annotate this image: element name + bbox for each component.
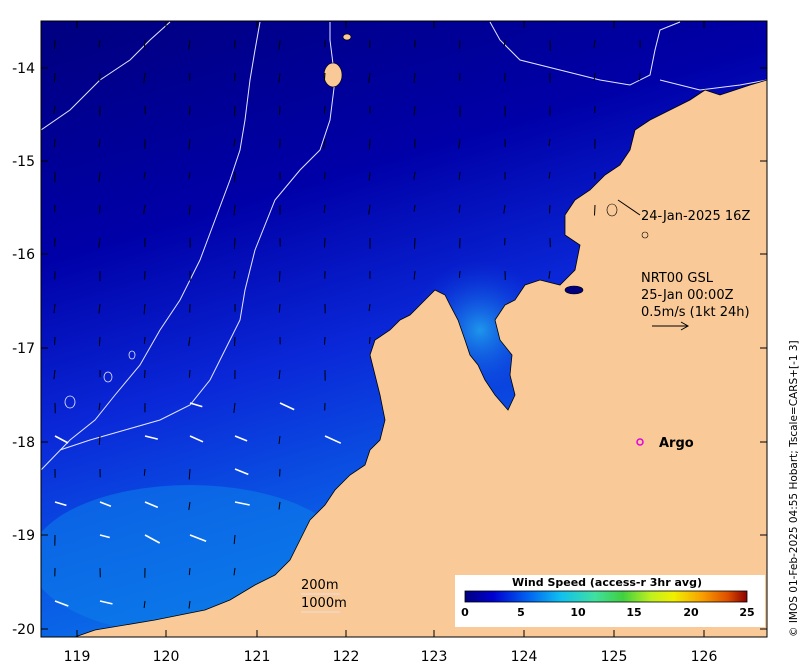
island [323,62,343,88]
wind-arrow [188,369,191,378]
contour-1000m-label: 1000m [301,596,347,611]
wind-arrow [323,105,326,114]
contour-200m-label: 200m [301,578,338,593]
colorbar-tick-label: 10 [570,606,586,619]
wind-arrow [323,72,326,82]
wind-arrow [278,270,281,282]
colorbar-gradient [464,590,748,603]
x-tick-label: 119 [64,649,91,665]
colorbar: Wind Speed (access-r 3hr avg) 0 5 10 15 … [455,575,765,627]
wind-arrow [143,336,146,344]
wind-arrow [188,567,191,576]
track-time-label: 24-Jan-2025 16Z [641,209,750,224]
wind-arrow [414,237,416,249]
y-tick-label: -14 [12,61,35,77]
y-tick-label: -15 [12,154,35,170]
wind-arrow [458,270,461,278]
wind-arrow [233,105,236,117]
colorbar-tick-label: 5 [517,606,525,619]
wind-arrow [188,105,191,115]
credit-text: © IMOS 01-Feb-2025 04:55 Hobart; Tscale=… [788,340,800,637]
wind-arrow [54,39,56,50]
y-tick-label: -16 [12,247,35,263]
wind-arrow [234,336,236,347]
colorbar-tick-label: 15 [626,606,641,619]
x-tick-label: 125 [601,649,628,665]
wind-arrow [53,138,56,148]
wind-arrow [279,105,281,115]
wind-arrow [98,435,101,445]
colorbar-tick-label: 25 [739,606,754,619]
island [342,33,352,41]
island [641,231,649,239]
wind-arrow [99,204,101,214]
wind-arrow [188,204,191,215]
x-tick-label: 120 [153,649,180,665]
x-tick-label: 121 [244,649,271,665]
scale-label: 0.5m/s (1kt 24h) [641,305,750,320]
y-tick-label: -19 [12,528,35,544]
wind-arrow [368,138,371,150]
island [606,203,618,217]
x-axis: 119 120 121 122 123 124 125 126 [64,649,718,665]
y-axis: -14 -15 -16 -17 -18 -19 -20 [12,61,35,638]
x-tick-label: 123 [421,649,448,665]
wind-arrow [278,303,281,313]
y-tick-label: -18 [12,435,35,451]
wind-arrow [324,237,326,248]
map-time-label: 25-Jan 00:00Z [641,288,734,303]
map-figure: 119 120 121 122 123 124 125 126 -14 -15 … [12,20,800,665]
wind-arrow [143,468,146,476]
wind-arrow [53,72,56,83]
colorbar-title: Wind Speed (access-r 3hr avg) [512,576,702,589]
wind-arrow [324,336,326,345]
wind-arrow [189,72,191,81]
colorbar-tick-label: 20 [683,606,699,619]
y-tick-label: -17 [12,341,35,357]
colorbar-tick-label: 0 [461,606,469,619]
wind-arrow [143,39,146,49]
argo-label: Argo [659,436,694,451]
wind-arrow [233,237,236,249]
wind-arrow [98,336,101,346]
x-tick-label: 122 [333,649,360,665]
wind-arrow [594,204,596,216]
wind-arrow [369,336,371,344]
wind-arrow [234,171,236,183]
wind-arrow [549,204,551,214]
island [564,285,584,295]
wind-arrow [54,204,56,213]
x-tick-label: 124 [511,649,538,665]
product-label: NRT00 GSL [641,271,714,286]
y-tick-label: -20 [12,622,35,638]
x-tick-label: 126 [691,649,718,665]
